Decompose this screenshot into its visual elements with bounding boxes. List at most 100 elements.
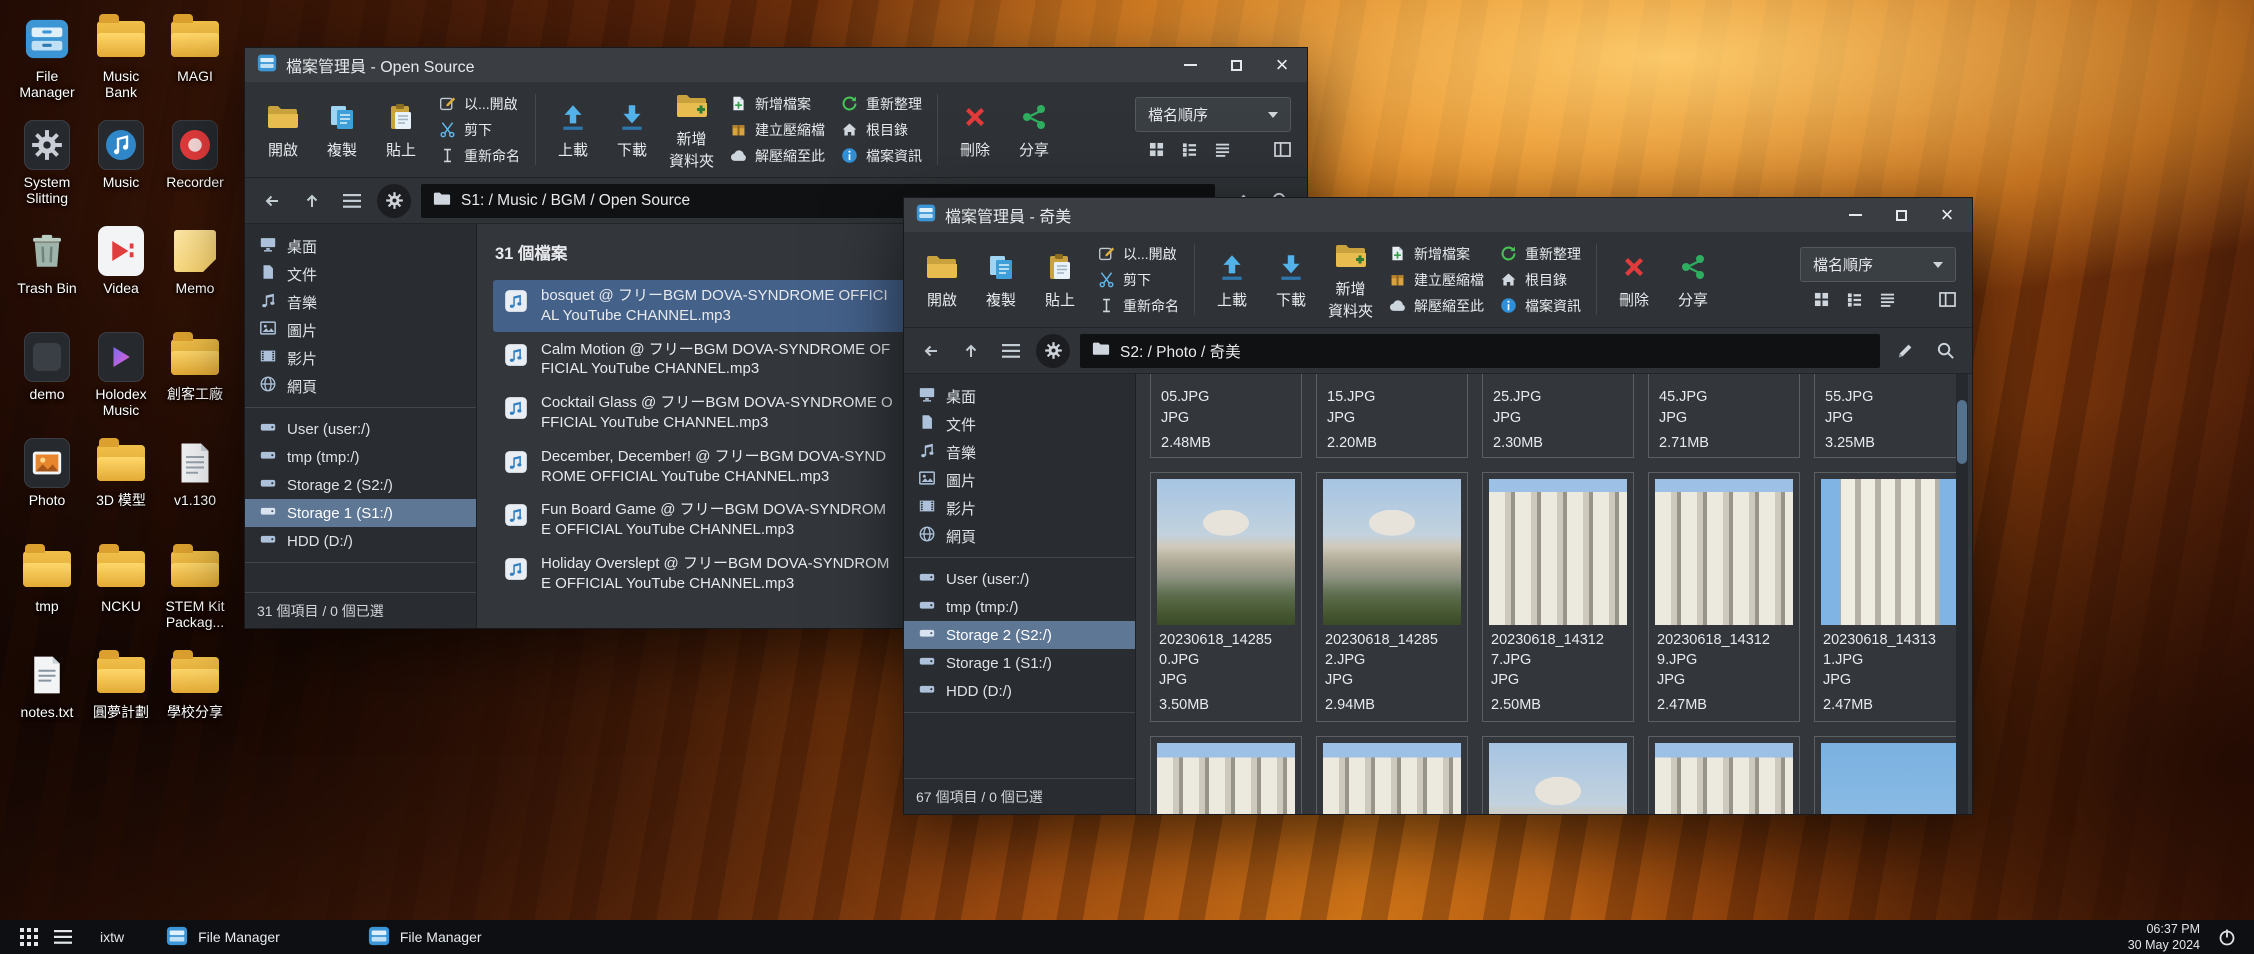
w2-create-archive-button[interactable]: 建立壓縮檔: [1388, 270, 1484, 290]
w1-new-folder-button[interactable]: 新增 資料夾: [669, 89, 714, 171]
desktop-icon-demo[interactable]: demo: [10, 326, 84, 432]
task-list-button[interactable]: [46, 920, 80, 954]
w2-photo-cell[interactable]: 45.JPG JPG 2.71MB: [1648, 374, 1800, 458]
w1-create-archive-button[interactable]: 建立壓縮檔: [729, 120, 825, 140]
w2-scrollbar[interactable]: [1956, 374, 1968, 814]
w1-sidebar-item-videos[interactable]: 影片: [245, 344, 476, 372]
w2-sidebar-item-pictures[interactable]: 圖片: [904, 466, 1135, 494]
desktop-icon-recorder[interactable]: Recorder: [158, 114, 232, 220]
w2-minimize-button[interactable]: [1846, 206, 1864, 224]
w2-drive-hdd[interactable]: HDD (D:/): [904, 677, 1135, 705]
w2-root-button[interactable]: 根目錄: [1499, 270, 1581, 290]
w2-drive-tmp[interactable]: tmp (tmp:/): [904, 593, 1135, 621]
w2-sidebar-item-videos[interactable]: 影片: [904, 494, 1135, 522]
w2-back-button[interactable]: [916, 336, 946, 366]
w2-view-list-button[interactable]: [1847, 292, 1862, 312]
w2-menu-button[interactable]: [996, 336, 1026, 366]
w2-up-button[interactable]: [956, 336, 986, 366]
w2-path-bar[interactable]: S2: / Photo / 奇美: [1080, 334, 1880, 368]
desktop-icon-school-share[interactable]: 學校分享: [158, 644, 232, 750]
w1-view-compact-button[interactable]: [1215, 142, 1230, 162]
w2-extract-here-button[interactable]: 解壓縮至此: [1388, 296, 1484, 316]
w2-copy-button[interactable]: 複製: [979, 250, 1023, 310]
w2-new-folder-button[interactable]: 新增 資料夾: [1328, 239, 1373, 321]
w2-photo-cell[interactable]: 15.JPG JPG 2.20MB: [1316, 374, 1468, 458]
scrollbar-thumb[interactable]: [1957, 400, 1967, 464]
w1-new-file-button[interactable]: 新增檔案: [729, 94, 825, 114]
w1-open-with-button[interactable]: 以...開啟: [438, 94, 520, 114]
desktop-icon-stem-kit[interactable]: STEM Kit Packag...: [158, 538, 232, 644]
desktop-icon-maker-factory[interactable]: 創客工廠: [158, 326, 232, 432]
w1-view-pane-button[interactable]: [1274, 142, 1291, 162]
w1-drive-user[interactable]: User (user:/): [245, 415, 476, 443]
w2-drive-storage1[interactable]: Storage 1 (S1:/): [904, 649, 1135, 677]
w1-root-button[interactable]: 根目錄: [840, 120, 922, 140]
desktop-icon-system-slitting[interactable]: System Slitting: [10, 114, 84, 220]
desktop-icon-v1130[interactable]: v1.130: [158, 432, 232, 538]
w1-settings-button[interactable]: [377, 184, 411, 218]
w2-sidebar-item-desktop[interactable]: 桌面: [904, 382, 1135, 410]
w2-view-grid-button[interactable]: [1814, 292, 1829, 312]
w2-delete-button[interactable]: 刪除: [1612, 250, 1656, 310]
w1-up-button[interactable]: [297, 186, 327, 216]
w2-titlebar[interactable]: 檔案管理員 - 奇美 ×: [904, 198, 1972, 232]
w1-close-button[interactable]: ×: [1273, 56, 1291, 74]
w1-drive-storage2[interactable]: Storage 2 (S2:/): [245, 471, 476, 499]
desktop-icon-3d-models[interactable]: 3D 模型: [84, 432, 158, 538]
w2-refresh-button[interactable]: 重新整理: [1499, 244, 1581, 264]
w1-drive-storage1-selected[interactable]: Storage 1 (S1:/): [245, 499, 476, 527]
w2-new-file-button[interactable]: 新增檔案: [1388, 244, 1484, 264]
desktop-icon-holodex-music[interactable]: Holodex Music: [84, 326, 158, 432]
w2-settings-button[interactable]: [1036, 334, 1070, 368]
w1-minimize-button[interactable]: [1181, 56, 1199, 74]
w2-view-compact-button[interactable]: [1880, 292, 1895, 312]
w2-sidebar-item-music[interactable]: 音樂: [904, 438, 1135, 466]
w2-photo-cell[interactable]: 55.JPG JPG 3.25MB: [1814, 374, 1966, 458]
w2-upload-button[interactable]: 上載: [1210, 250, 1254, 310]
taskbar-task-file-manager-1[interactable]: File Manager: [152, 920, 294, 954]
w1-cut-button[interactable]: 剪下: [438, 120, 520, 140]
w2-photo-cell[interactable]: [1482, 736, 1634, 814]
w2-photo-cell[interactable]: 20230618_143129.JPG JPG 2.47MB: [1648, 472, 1800, 722]
w1-sidebar-item-pictures[interactable]: 圖片: [245, 316, 476, 344]
desktop-icon-photo[interactable]: Photo: [10, 432, 84, 538]
w1-drive-hdd[interactable]: HDD (D:/): [245, 527, 476, 555]
desktop-icon-file-manager[interactable]: File Manager: [10, 8, 84, 114]
w2-edit-path-button[interactable]: [1890, 336, 1920, 366]
desktop-icon-memo[interactable]: Memo: [158, 220, 232, 326]
w2-open-button[interactable]: 開啟: [920, 250, 964, 310]
w2-sidebar-item-documents[interactable]: 文件: [904, 410, 1135, 438]
w1-view-list-button[interactable]: [1182, 142, 1197, 162]
w2-maximize-button[interactable]: [1892, 206, 1910, 224]
w1-file-info-button[interactable]: 檔案資訊: [840, 146, 922, 166]
w1-maximize-button[interactable]: [1227, 56, 1245, 74]
desktop-icon-trash-bin[interactable]: Trash Bin: [10, 220, 84, 326]
w2-drive-user[interactable]: User (user:/): [904, 565, 1135, 593]
w1-titlebar[interactable]: 檔案管理員 - Open Source ×: [245, 48, 1307, 82]
w2-download-button[interactable]: 下載: [1269, 250, 1313, 310]
power-button[interactable]: [2212, 920, 2242, 954]
w1-open-button[interactable]: 開啟: [261, 100, 305, 160]
desktop-icon-magi[interactable]: MAGI: [158, 8, 232, 114]
desktop-icon-music-bank[interactable]: Music Bank: [84, 8, 158, 114]
w2-sort-order-dropdown[interactable]: 檔名順序: [1800, 247, 1956, 282]
w2-view-pane-button[interactable]: [1939, 292, 1956, 312]
w1-sort-order-dropdown[interactable]: 檔名順序: [1135, 97, 1291, 132]
desktop-icon-music[interactable]: Music: [84, 114, 158, 220]
w2-close-button[interactable]: ×: [1938, 206, 1956, 224]
w1-download-button[interactable]: 下載: [610, 100, 654, 160]
w2-rename-button[interactable]: 重新命名: [1097, 296, 1179, 316]
w2-sidebar-item-web[interactable]: 網頁: [904, 522, 1135, 550]
desktop-icon-tmp[interactable]: tmp: [10, 538, 84, 644]
w1-back-button[interactable]: [257, 186, 287, 216]
w2-drive-storage2-selected[interactable]: Storage 2 (S2:/): [904, 621, 1135, 649]
w2-file-info-button[interactable]: 檔案資訊: [1499, 296, 1581, 316]
taskbar-task-file-manager-2[interactable]: File Manager: [354, 920, 496, 954]
w2-open-with-button[interactable]: 以...開啟: [1097, 244, 1179, 264]
w1-upload-button[interactable]: 上載: [551, 100, 595, 160]
desktop-icon-videa[interactable]: Videa: [84, 220, 158, 326]
w1-rename-button[interactable]: 重新命名: [438, 146, 520, 166]
w1-refresh-button[interactable]: 重新整理: [840, 94, 922, 114]
w1-paste-button[interactable]: 貼上: [379, 100, 423, 160]
w2-cut-button[interactable]: 剪下: [1097, 270, 1179, 290]
